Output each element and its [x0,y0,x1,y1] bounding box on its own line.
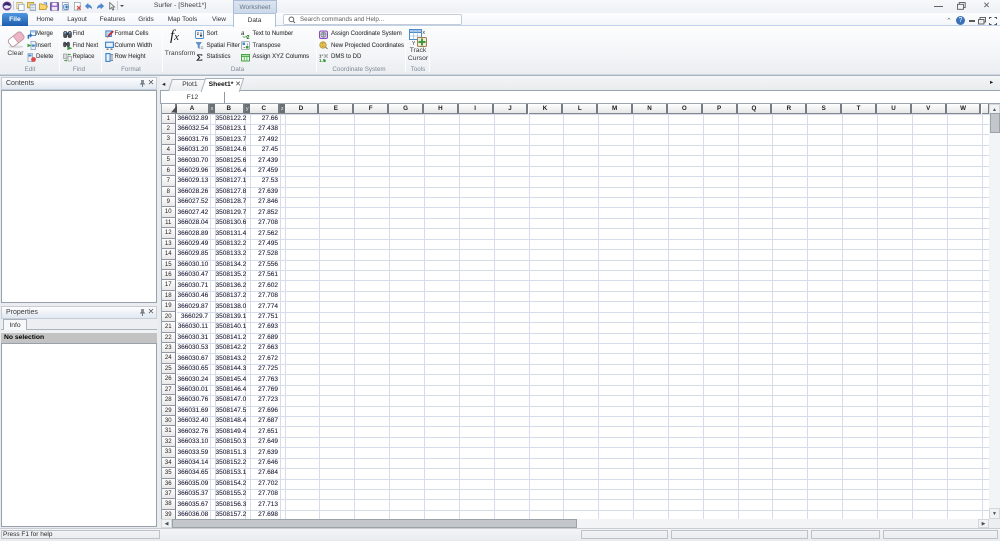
svg-text:2: 2 [246,34,249,38]
svg-text:x: x [423,30,426,36]
svg-text:a: a [241,31,245,37]
